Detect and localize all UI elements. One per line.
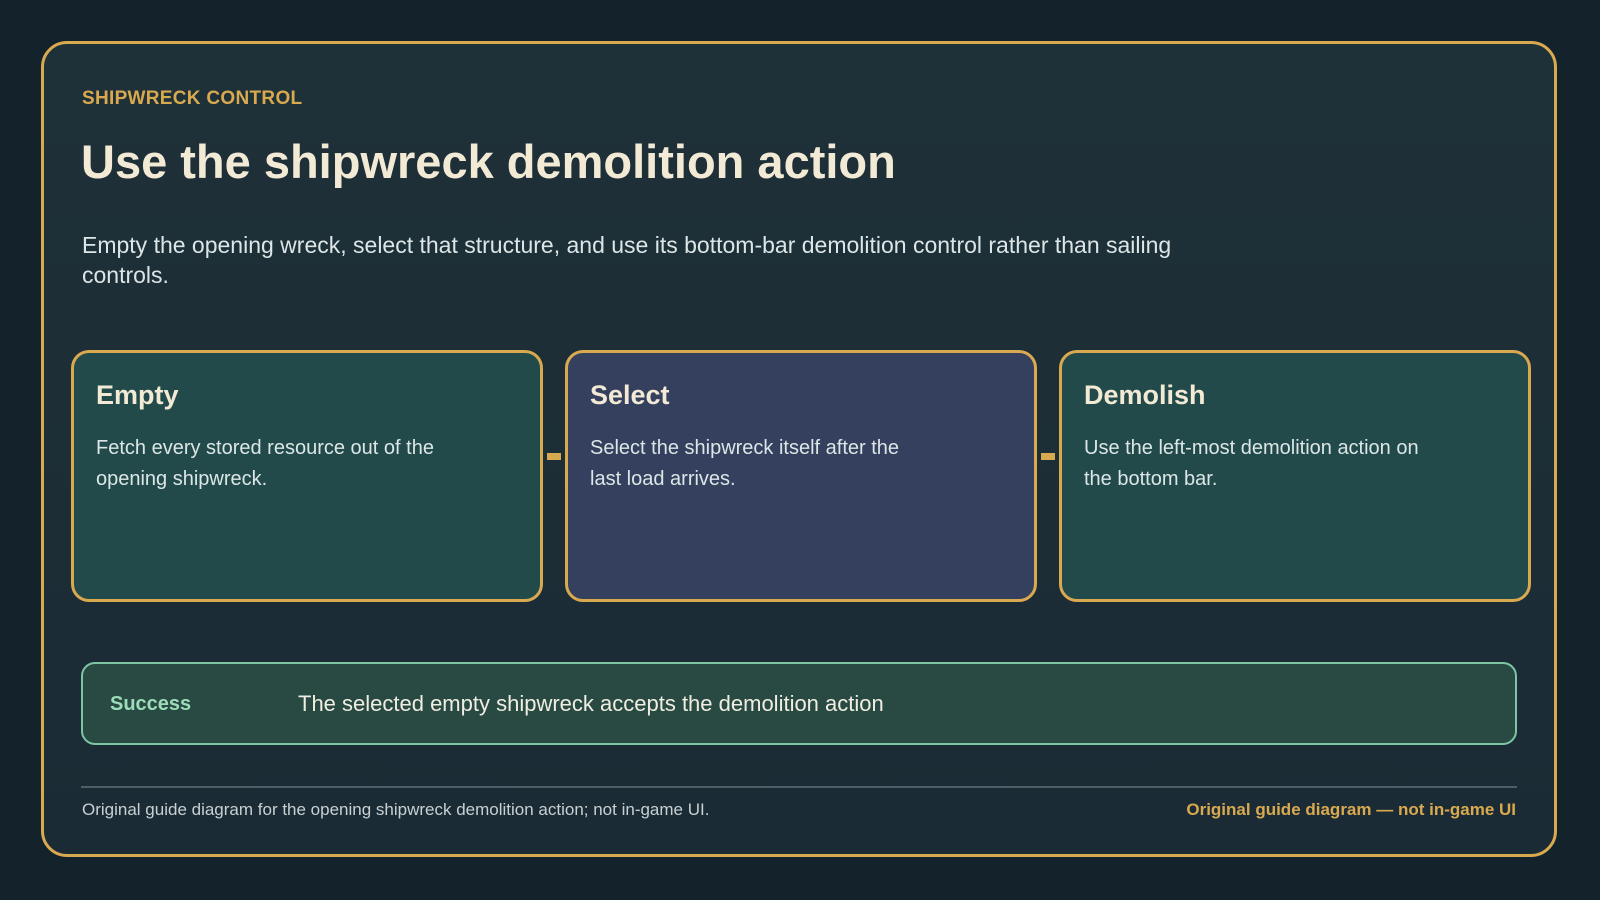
footer-divider [81, 786, 1517, 788]
success-text: The selected empty shipwreck accepts the… [298, 691, 884, 716]
step-title: Demolish [1084, 380, 1206, 410]
step-description: Use the left-most demolition action on t… [1084, 437, 1419, 490]
page-title: Use the shipwreck demolition action [81, 135, 896, 188]
step-empty-card: Empty Fetch every stored resource out of… [71, 350, 543, 602]
step-select-card: Select Select the shipwreck itself after… [565, 350, 1037, 602]
step-title: Select [590, 380, 670, 410]
success-panel: Success The selected empty shipwreck acc… [81, 662, 1517, 745]
footer-note: Original guide diagram for the opening s… [82, 800, 710, 819]
step-title: Empty [96, 380, 179, 410]
guide-frame: SHIPWRECK CONTROL Use the shipwreck demo… [41, 41, 1557, 857]
page-subtitle: Empty the opening wreck, select that str… [82, 232, 1172, 288]
step-connector [1041, 453, 1055, 460]
step-connector [547, 453, 561, 460]
footer-tag: Original guide diagram — not in-game UI [1186, 800, 1516, 819]
step-description: Select the shipwreck itself after the la… [590, 437, 900, 490]
section-eyebrow: SHIPWRECK CONTROL [82, 88, 303, 109]
step-description: Fetch every stored resource out of the o… [96, 437, 434, 490]
step-demolish-card: Demolish Use the left-most demolition ac… [1059, 350, 1531, 602]
success-label: Success [110, 693, 192, 715]
